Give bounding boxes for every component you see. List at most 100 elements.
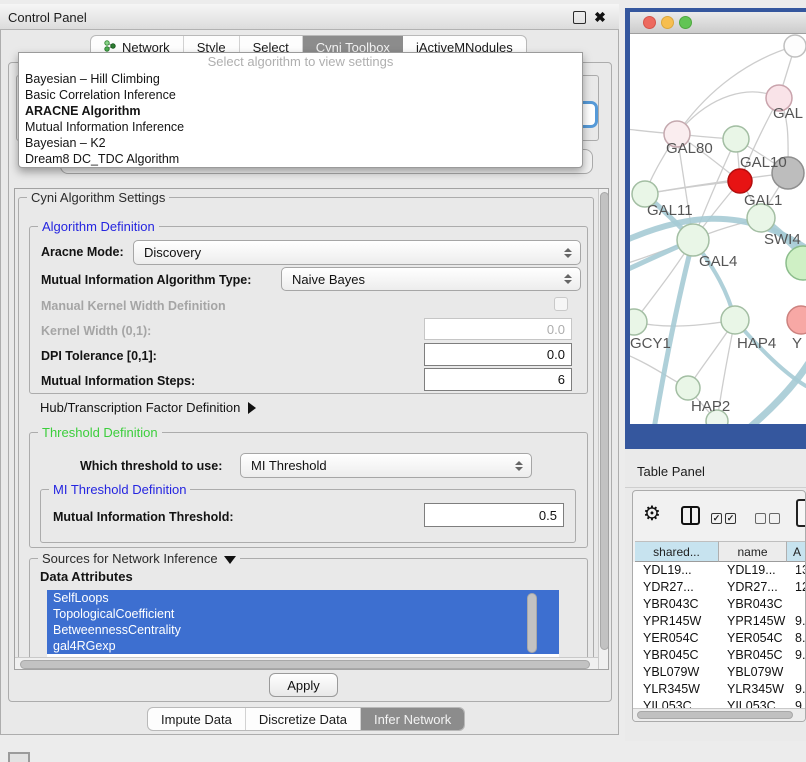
table-row[interactable]: YPR145WYPR145W9. (633, 613, 806, 630)
mi-type-combo[interactable]: Naive Bayes (281, 267, 581, 291)
mi-steps-field[interactable]: 6 (424, 368, 572, 391)
attribute-item[interactable]: SelfLoops (47, 590, 559, 606)
minimize-traffic-light[interactable] (661, 16, 674, 29)
table-hscrollbar-track[interactable] (633, 708, 806, 721)
settings-vscrollbar-thumb[interactable] (600, 192, 609, 650)
algorithm-option[interactable]: Basic Correlation Inference (19, 87, 582, 103)
which-threshold-combo[interactable]: MI Threshold (240, 453, 532, 478)
mi-type-value: Naive Bayes (292, 272, 365, 287)
table-cell: 12 (795, 579, 806, 596)
table-row[interactable]: YBL079WYBL079W (633, 664, 806, 681)
apply-button[interactable]: Apply (269, 673, 338, 697)
attributes-scrollbar-thumb[interactable] (527, 593, 537, 653)
algorithm-option[interactable]: Bayesian – K2 (19, 135, 582, 151)
deselect-all-checkbox-icon[interactable] (755, 513, 766, 524)
table-hscrollbar-thumb[interactable] (637, 711, 793, 719)
table-cell: YBL079W (727, 664, 795, 681)
split-columns-icon[interactable] (681, 506, 700, 525)
table-row[interactable]: YDL19...YDL19...13 (633, 562, 806, 579)
column-header-partial[interactable]: A (787, 541, 806, 562)
table-row[interactable]: YDR27...YDR27...12 (633, 579, 806, 596)
table-cell: 9. (795, 647, 806, 664)
column-header-shared-name[interactable]: shared... (635, 541, 719, 562)
network-window-titlebar[interactable] (630, 12, 806, 34)
app-root: Control Panel ✖ Network Style Select Cyn… (0, 0, 806, 762)
table-row[interactable]: YBR045CYBR045C9. (633, 647, 806, 664)
network-canvas[interactable]: GALGAL80GAL10GAL1GAL11SWI4GAL4GCY1HAP4YH… (630, 34, 806, 424)
sources-title[interactable]: Sources for Network Inference (38, 551, 240, 566)
algorithm-option[interactable]: ARACNE Algorithm (19, 103, 582, 119)
dpi-tolerance-field[interactable]: 0.0 (424, 343, 572, 366)
divider (625, 487, 806, 488)
network-edge[interactable] (634, 320, 735, 326)
table-cell: YBL079W (643, 664, 727, 681)
attribute-item[interactable]: BetweennessCentrality (47, 622, 559, 638)
table-cell: YBR043C (643, 596, 727, 613)
dpi-tolerance-label: DPI Tolerance [0,1]: (41, 349, 157, 363)
table-cell: YLR345W (727, 681, 795, 698)
table-row[interactable]: YER054CYER054C8. (633, 630, 806, 647)
table-row[interactable]: YLR345WYLR345W9. (633, 681, 806, 698)
network-edge[interactable] (748, 364, 806, 424)
node-label: Y (792, 335, 802, 352)
float-window-icon[interactable] (573, 11, 586, 24)
column-header-name[interactable]: name (719, 541, 787, 562)
mi-threshold-field[interactable]: 0.5 (424, 503, 564, 527)
node-label: GAL4 (699, 253, 737, 270)
network-node-GAL10[interactable] (723, 126, 749, 152)
document-icon[interactable] (796, 499, 806, 527)
table-cell: YBR045C (727, 647, 795, 664)
threshold-definition-title: Threshold Definition (38, 425, 162, 440)
node-label: HAP2 (691, 398, 730, 415)
cyni-algorithm-settings-group: Cyni Algorithm Settings Algorithm Defini… (18, 197, 594, 670)
select-all-checkbox-icon[interactable]: ✓ (711, 513, 722, 524)
tab-discretize-data[interactable]: Discretize Data (246, 708, 361, 730)
chevron-right-icon (248, 402, 256, 414)
network-node-GAL1[interactable] (728, 169, 752, 193)
select-all-checkbox-icon[interactable]: ✓ (725, 513, 736, 524)
node-label: GAL (773, 105, 803, 122)
hub-label: Hub/Transcription Factor Definition (40, 400, 240, 415)
network-node[interactable] (786, 246, 806, 280)
table-cell (795, 596, 806, 613)
data-attributes-label: Data Attributes (40, 569, 133, 584)
bottom-tabbar: Impute Data Discretize Data Infer Networ… (147, 707, 465, 731)
table-row[interactable]: YBR043CYBR043C (633, 596, 806, 613)
tab-impute-data[interactable]: Impute Data (148, 708, 246, 730)
attribute-item[interactable]: gal4RGexp (47, 638, 559, 654)
table-row[interactable]: YIL053CYIL053C9. (633, 698, 806, 708)
network-node-HAP4[interactable] (721, 306, 749, 334)
algorithm-option[interactable]: Bayesian – Hill Climbing (19, 71, 582, 87)
network-node[interactable] (784, 35, 806, 57)
deselect-all-checkbox-icon[interactable] (769, 513, 780, 524)
close-icon[interactable]: ✖ (592, 8, 608, 26)
kernel-width-label: Kernel Width (0,1): (41, 324, 151, 338)
algorithm-option[interactable]: Mutual Information Inference (19, 119, 582, 135)
hub-transcription-factor-toggle[interactable]: Hub/Transcription Factor Definition (40, 400, 256, 415)
maximize-traffic-light[interactable] (679, 16, 692, 29)
network-node-Y[interactable] (787, 306, 806, 334)
algorithm-placeholder: Select algorithm to view settings (19, 53, 582, 71)
tab-infer-network[interactable]: Infer Network (361, 708, 464, 730)
kernel-width-field[interactable]: 0.0 (424, 318, 572, 340)
aracne-mode-label: Aracne Mode: (41, 245, 124, 259)
network-node-GAL4[interactable] (677, 224, 709, 256)
manual-kernel-checkbox[interactable] (554, 297, 568, 311)
close-traffic-light[interactable] (643, 16, 656, 29)
table-panel-title: Table Panel (637, 461, 705, 483)
which-threshold-label: Which threshold to use: (80, 459, 222, 473)
network-node-GCY1[interactable] (630, 309, 647, 335)
table-cell: YER054C (727, 630, 795, 647)
table-settings-gear-icon[interactable]: ⚙ (643, 502, 661, 526)
settings-hscrollbar-thumb[interactable] (20, 660, 590, 669)
bottom-left-widget[interactable] (8, 752, 30, 762)
algorithm-option[interactable]: Dream8 DC_TDC Algorithm (19, 151, 582, 167)
node-label: HAP4 (737, 335, 776, 352)
aracne-mode-combo[interactable]: Discovery (133, 240, 581, 265)
table-cell: YDL19... (727, 562, 795, 579)
attribute-item[interactable]: TopologicalCoefficient (47, 606, 559, 622)
network-node-HAP2[interactable] (676, 376, 700, 400)
stepper-icon (564, 248, 572, 258)
table-cell: YDL19... (643, 562, 727, 579)
mi-steps-label: Mutual Information Steps: (41, 374, 195, 388)
